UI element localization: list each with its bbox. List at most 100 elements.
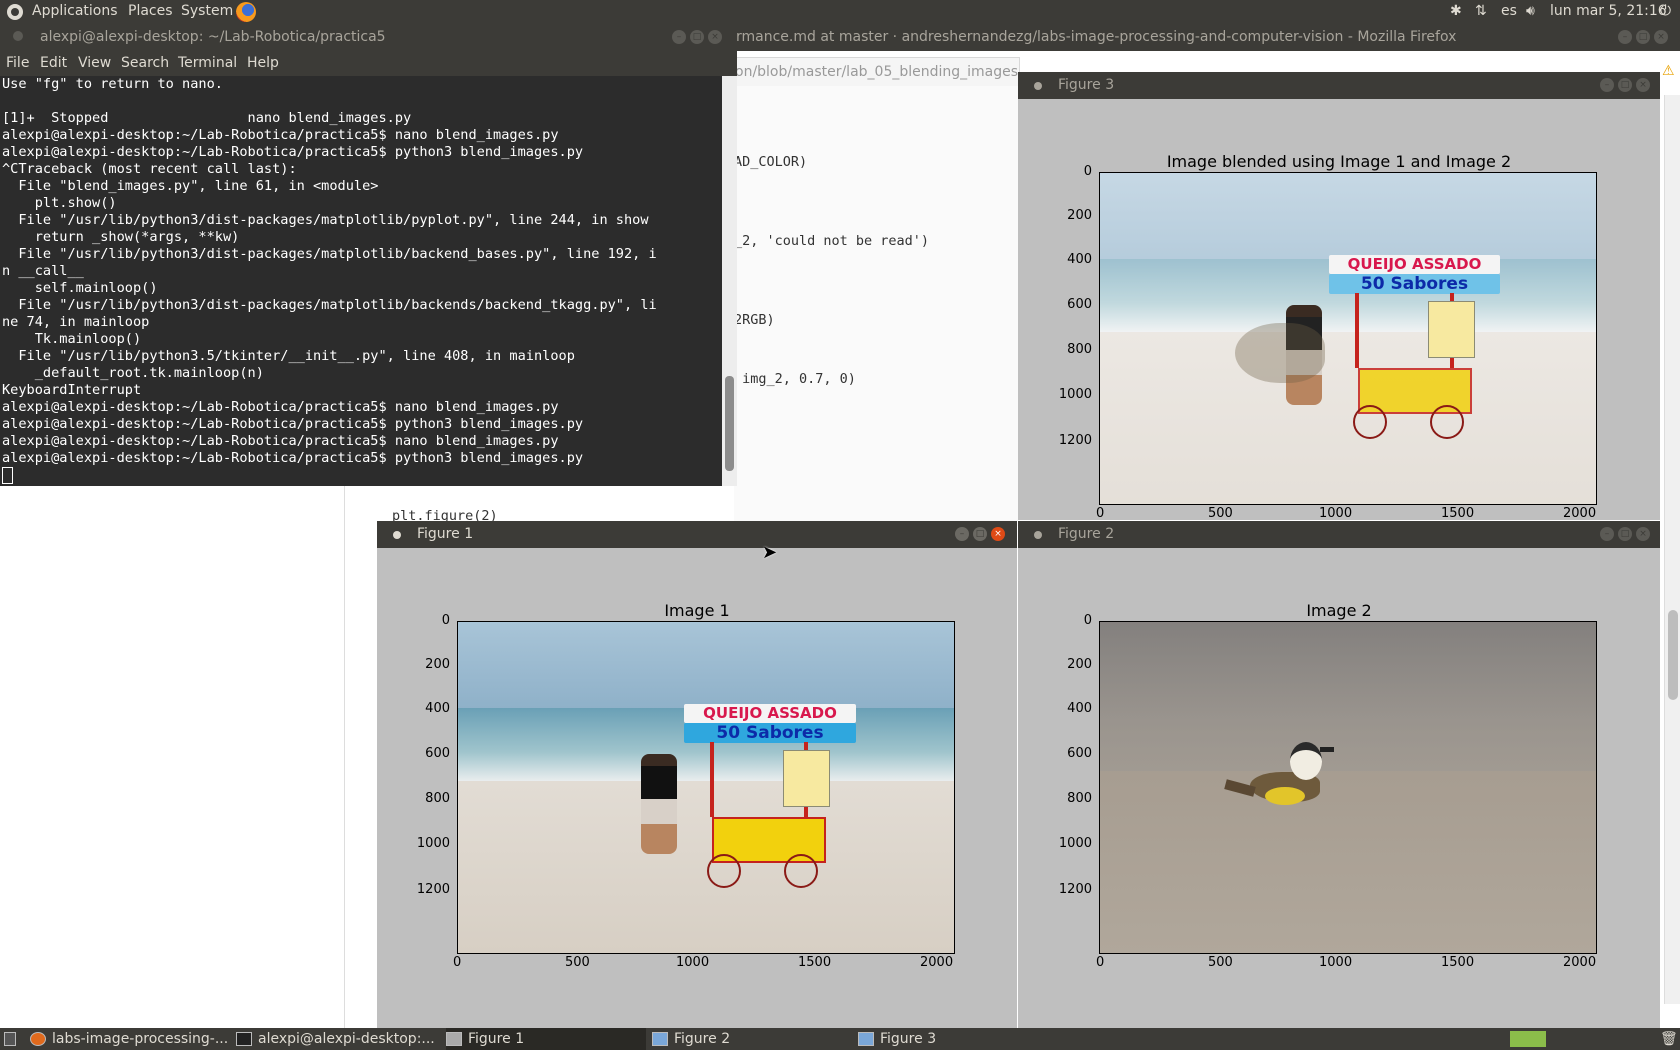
figure-icon (446, 1032, 462, 1046)
window-title: Figure 2 (1058, 526, 1115, 542)
image-2[interactable] (1099, 621, 1597, 954)
terminal-line: [1]+ Stopped nano blend_images.py (2, 110, 412, 126)
menu-view[interactable]: View (78, 55, 111, 71)
terminal-line: Tk.mainloop() (2, 331, 142, 347)
figure-2-titlebar: Figure 2 – □ × (1018, 521, 1660, 548)
x-tick: 1500 (1441, 955, 1475, 970)
terminal-icon (236, 1032, 252, 1046)
minimize-button[interactable]: – (1618, 30, 1632, 44)
y-tick: 1200 (416, 882, 450, 897)
minimize-button[interactable]: – (672, 30, 686, 44)
blended-image[interactable]: QUEIJO ASSADO 50 Sabores (1099, 172, 1597, 505)
close-button[interactable]: × (991, 527, 1005, 541)
task-figure-1[interactable]: Figure 1 (446, 1028, 646, 1050)
terminal-line: n __call__ (2, 263, 84, 279)
maximize-button[interactable]: □ (1618, 78, 1632, 92)
x-tick: 500 (1208, 955, 1233, 970)
menu-help[interactable]: Help (247, 55, 279, 71)
sign-line-2: 50 Sabores (684, 723, 856, 743)
firefox-launcher-icon[interactable] (236, 2, 256, 22)
terminal-line: Use "fg" to return to nano. (2, 76, 223, 92)
x-tick: 0 (453, 955, 462, 970)
maximize-button[interactable]: □ (973, 527, 987, 541)
keyboard-layout[interactable]: es (1501, 3, 1517, 19)
system-menu[interactable]: System (181, 3, 233, 19)
places-menu[interactable]: Places (128, 3, 173, 19)
terminal-line: _default_root.tk.mainloop(n) (2, 365, 264, 381)
y-tick: 400 (1067, 252, 1092, 267)
terminal-line: alexpi@alexpi-desktop:~/Lab-Robotica/pra… (2, 433, 559, 449)
minimize-button[interactable]: – (955, 527, 969, 541)
menu-search[interactable]: Search (121, 55, 169, 71)
maximize-button[interactable]: □ (690, 30, 704, 44)
figure-1-window: Figure 1 – □ × Image 1 QUEIJO ASSADO 50 … (377, 521, 1017, 1028)
code-line: 2RGB) (734, 312, 775, 328)
show-desktop-icon[interactable] (4, 1028, 20, 1050)
plot-title: Image 1 (664, 601, 730, 620)
window-menu-icon[interactable] (1034, 82, 1042, 90)
applications-menu[interactable]: Applications (32, 3, 118, 19)
menu-terminal[interactable]: Terminal (178, 55, 237, 71)
task-figure-3[interactable]: Figure 3 (858, 1028, 1058, 1050)
x-tick: 0 (1096, 506, 1105, 521)
scrollbar-thumb[interactable] (1668, 610, 1678, 700)
terminal-line: alexpi@alexpi-desktop:~/Lab-Robotica/pra… (2, 416, 584, 432)
figure-3-window: Figure 3 – □ × Image blended using Image… (1018, 72, 1660, 521)
y-tick: 800 (1067, 342, 1092, 357)
scrollbar-thumb[interactable] (725, 376, 734, 471)
terminal-menubar: File Edit View Search Terminal Help (0, 51, 737, 76)
volume-icon[interactable]: 🔊︎ (1526, 3, 1535, 19)
page-breadcrumb[interactable]: on/blob/master/lab_05_blending_images (734, 57, 1020, 87)
warning-icon[interactable]: ⚠ (1662, 63, 1675, 79)
image-1[interactable]: QUEIJO ASSADO 50 Sabores (457, 621, 955, 954)
window-title: Figure 3 (1058, 77, 1115, 93)
window-menu-icon[interactable] (1034, 531, 1042, 539)
x-tick: 2000 (1563, 506, 1597, 521)
clock[interactable]: lun mar 5, 21:16 (1550, 3, 1667, 19)
y-tick: 0 (1083, 164, 1092, 179)
text-cursor (2, 467, 13, 484)
maximize-button[interactable]: □ (1636, 30, 1650, 44)
trash-icon[interactable]: 🗑︎ (1660, 1028, 1676, 1050)
close-button[interactable]: × (1654, 30, 1668, 44)
y-tick: 1000 (1058, 836, 1092, 851)
task-label: Figure 1 (468, 1031, 525, 1047)
maximize-button[interactable]: □ (1618, 527, 1632, 541)
top-panel: Applications Places System ✱ ⇅ es 🔊︎ lun… (0, 0, 1680, 24)
terminal-line: ne 74, in mainloop (2, 314, 150, 330)
task-label: Figure 2 (674, 1031, 731, 1047)
task-terminal[interactable]: alexpi@alexpi-desktop:... (236, 1028, 442, 1050)
network-icon[interactable]: ⇅ (1475, 3, 1487, 19)
close-button[interactable]: × (1636, 78, 1650, 92)
x-tick: 1000 (1319, 955, 1353, 970)
terminal-line: KeyboardInterrupt (2, 382, 142, 398)
y-tick: 200 (1067, 657, 1092, 672)
window-icon (858, 1032, 874, 1046)
y-tick: 200 (1067, 208, 1092, 223)
terminal-line: File "/usr/lib/python3.5/tkinter/__init_… (2, 348, 575, 364)
menu-edit[interactable]: Edit (40, 55, 67, 71)
power-icon[interactable]: ⏻ (1660, 3, 1671, 19)
terminal-line: self.mainloop() (2, 280, 158, 296)
terminal-output[interactable]: Use "fg" to return to nano. [1]+ Stopped… (0, 76, 722, 486)
window-menu-icon[interactable] (13, 31, 23, 41)
task-figure-2[interactable]: Figure 2 (652, 1028, 852, 1050)
close-button[interactable]: × (1636, 527, 1650, 541)
y-tick: 200 (425, 657, 450, 672)
terminal-line: alexpi@alexpi-desktop:~/Lab-Robotica/pra… (2, 450, 584, 466)
x-tick: 1000 (1319, 506, 1353, 521)
terminal-scrollbar[interactable] (722, 76, 737, 486)
x-tick: 500 (565, 955, 590, 970)
ubuntu-logo-icon[interactable] (7, 4, 23, 20)
minimize-button[interactable]: – (1600, 78, 1614, 92)
workspace-switcher[interactable] (1510, 1031, 1546, 1047)
firefox-icon (30, 1032, 46, 1046)
page-scrollbar[interactable] (1664, 95, 1680, 1004)
menu-file[interactable]: File (6, 55, 29, 71)
window-menu-icon[interactable] (393, 531, 401, 539)
bluetooth-icon[interactable]: ✱ (1450, 3, 1462, 19)
close-button[interactable]: × (708, 30, 722, 44)
minimize-button[interactable]: – (1600, 527, 1614, 541)
task-firefox[interactable]: labs-image-processing-... (30, 1028, 230, 1050)
